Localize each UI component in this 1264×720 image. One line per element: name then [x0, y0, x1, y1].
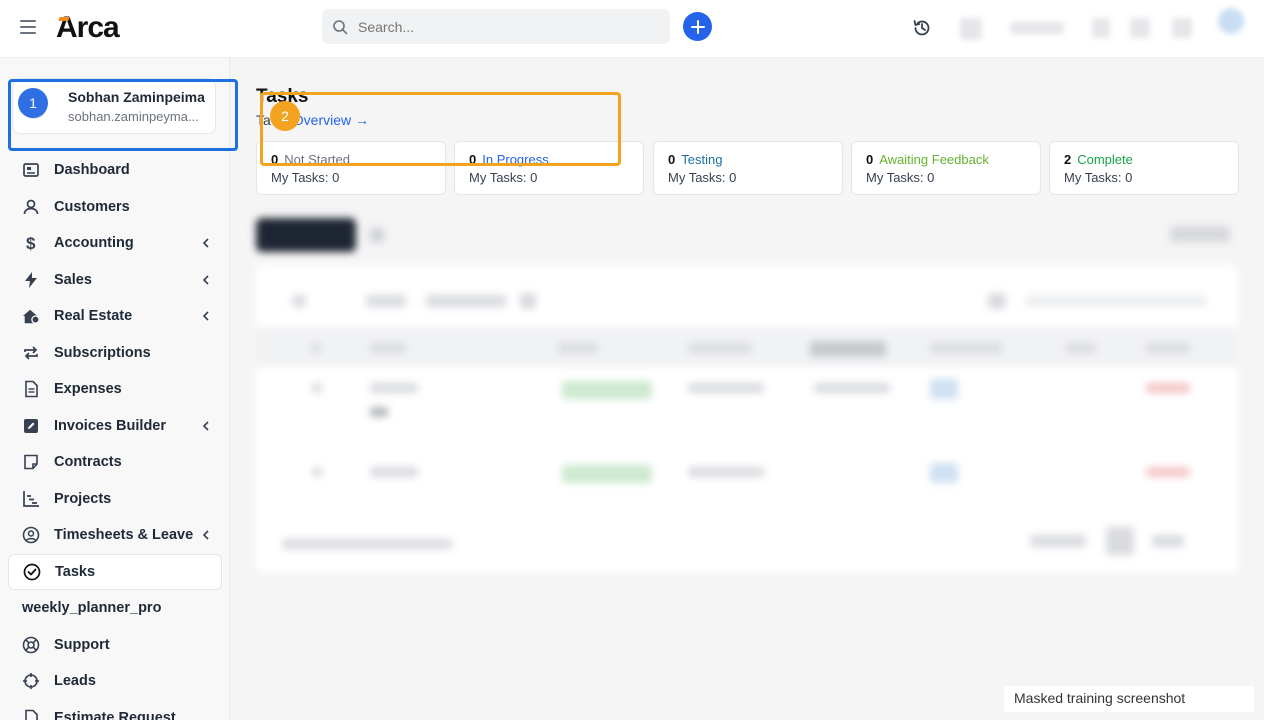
- stat-my-tasks: My Tasks: 0: [1064, 170, 1133, 185]
- overview-link-text: Overview →: [292, 112, 370, 128]
- sidebar-item-label: Invoices Builder: [54, 417, 167, 434]
- file-icon: [25, 709, 38, 720]
- app-logo[interactable]: Arca: [56, 11, 120, 44]
- user-icon: [23, 199, 39, 214]
- svg-text:$: $: [26, 234, 36, 252]
- sidebar-item-weekly-planner-pro[interactable]: weekly_planner_pro: [8, 590, 222, 627]
- sidebar-item-accounting[interactable]: $ Accounting: [8, 225, 222, 262]
- stat-my-tasks: My Tasks: 0: [668, 170, 737, 185]
- sidebar-item-label: Dashboard: [54, 162, 130, 179]
- sidebar-item-label: Estimate Request: [54, 709, 176, 720]
- sidebar-item-projects[interactable]: Projects: [8, 481, 222, 518]
- stat-label: Not Started: [284, 152, 350, 167]
- chevron-left-icon: [202, 420, 209, 431]
- repeat-icon: [24, 346, 38, 360]
- dollar-icon: $: [26, 234, 36, 252]
- overview-prefix: Ta: [256, 112, 271, 128]
- stat-card-awaiting-feedback[interactable]: 0 Awaiting Feedback My Tasks: 0: [851, 141, 1041, 195]
- user-name: Sobhan Zaminpeima: [68, 89, 205, 105]
- edit-icon: [24, 418, 38, 433]
- chevron-left-icon: [202, 530, 209, 540]
- sidebar-item-contracts[interactable]: Contracts: [8, 444, 222, 481]
- sidebar-item-label: Leads: [54, 673, 96, 690]
- stat-my-tasks: My Tasks: 0: [866, 170, 935, 185]
- search-input[interactable]: [358, 18, 638, 35]
- sidebar-item-dashboard[interactable]: Dashboard: [8, 152, 222, 189]
- sidebar-item-label: Customers: [54, 198, 130, 215]
- top-bar: Arca: [0, 0, 1264, 58]
- stat-card-testing[interactable]: 0 Testing My Tasks: 0: [653, 141, 843, 195]
- sidebar-item-subscriptions[interactable]: Subscriptions: [8, 335, 222, 372]
- stat-label: Testing: [681, 152, 723, 167]
- check-circle-icon: [23, 563, 41, 581]
- stat-my-tasks: My Tasks: 0: [469, 170, 538, 185]
- house-icon: [22, 309, 40, 325]
- sidebar-item-sales[interactable]: Sales: [8, 262, 222, 299]
- stat-count: 0: [866, 152, 874, 167]
- user-circle-icon: [22, 526, 40, 544]
- stat-label: In Progress: [482, 152, 549, 167]
- note-icon: [24, 454, 38, 470]
- stat-card-complete[interactable]: 2 Complete My Tasks: 0: [1049, 141, 1239, 195]
- sidebar-item-label: Timesheets & Leave: [54, 527, 194, 544]
- sidebar-item-tasks[interactable]: Tasks: [8, 553, 222, 590]
- stat-count: 0: [271, 152, 279, 167]
- annotation-badge-1: 1: [18, 88, 48, 118]
- sidebar-item-label: Real Estate: [54, 308, 133, 325]
- sidebar-item-label: Expenses: [54, 381, 122, 398]
- masked-filter-control: [1170, 226, 1230, 242]
- masked-toolbar-icon: [370, 228, 384, 242]
- chart-icon: [23, 490, 39, 507]
- masked-top-actions: [940, 0, 1264, 58]
- sidebar-item-label: weekly_planner_pro: [22, 600, 162, 617]
- user-email: sobhan.zaminpeyma...: [68, 109, 199, 124]
- chevron-left-icon: [202, 238, 209, 248]
- search-bar[interactable]: [322, 9, 670, 44]
- hamburger-menu-icon[interactable]: [20, 20, 36, 34]
- sidebar-item-label: Accounting: [54, 235, 134, 252]
- masked-tasks-table: [256, 265, 1238, 573]
- sidebar-item-label: Tasks: [55, 563, 96, 580]
- crosshair-icon: [23, 673, 39, 690]
- sidebar-item-timesheets-leave[interactable]: Timesheets & Leave: [8, 517, 222, 554]
- sidebar-item-label: Support: [54, 636, 110, 653]
- sidebar-item-label: Sales: [54, 271, 92, 288]
- logo-text: Arca: [56, 11, 120, 44]
- add-new-button[interactable]: [683, 12, 712, 41]
- plus-icon: [690, 19, 705, 34]
- stat-label: Complete: [1077, 152, 1133, 167]
- chevron-left-icon: [202, 311, 209, 321]
- stat-card-not-started[interactable]: 0 Not Started My Tasks: 0: [256, 141, 446, 195]
- sidebar-item-support[interactable]: Support: [8, 627, 222, 664]
- masked-screenshot-note: Masked training screenshot: [1004, 686, 1254, 712]
- sidebar-item-expenses[interactable]: Expenses: [8, 371, 222, 408]
- sidebar-item-estimate-request[interactable]: Estimate Request: [8, 700, 222, 720]
- lifebuoy-icon: [22, 636, 40, 654]
- sidebar-nav: Dashboard Customers $ Accounting Sales R…: [8, 152, 222, 720]
- masked-new-task-button: [256, 218, 356, 252]
- file-icon: [25, 380, 38, 398]
- search-icon: [333, 19, 348, 34]
- stat-card-in-progress[interactable]: 0 In Progress My Tasks: 0: [454, 141, 644, 195]
- sidebar-item-customers[interactable]: Customers: [8, 189, 222, 226]
- stat-my-tasks: My Tasks: 0: [271, 170, 340, 185]
- stat-count: 0: [668, 152, 676, 167]
- dashboard-icon: [23, 163, 39, 178]
- sidebar-item-label: Subscriptions: [54, 344, 151, 361]
- stat-label: Awaiting Feedback: [879, 152, 989, 167]
- annotation-badge-2: 2: [270, 101, 300, 131]
- sidebar-item-label: Projects: [54, 490, 112, 507]
- sidebar-item-leads[interactable]: Leads: [8, 663, 222, 700]
- sidebar-item-real-estate[interactable]: Real Estate: [8, 298, 222, 335]
- sidebar-item-label: Contracts: [54, 454, 122, 471]
- chevron-left-icon: [202, 274, 209, 285]
- sidebar: Sobhan Zaminpeima sobhan.zaminpeyma... D…: [0, 58, 230, 720]
- bolt-icon: [25, 271, 37, 288]
- sidebar-item-invoices-builder[interactable]: Invoices Builder: [8, 408, 222, 445]
- history-icon[interactable]: [912, 18, 932, 38]
- stat-count: 0: [469, 152, 477, 167]
- stat-count: 2: [1064, 152, 1072, 167]
